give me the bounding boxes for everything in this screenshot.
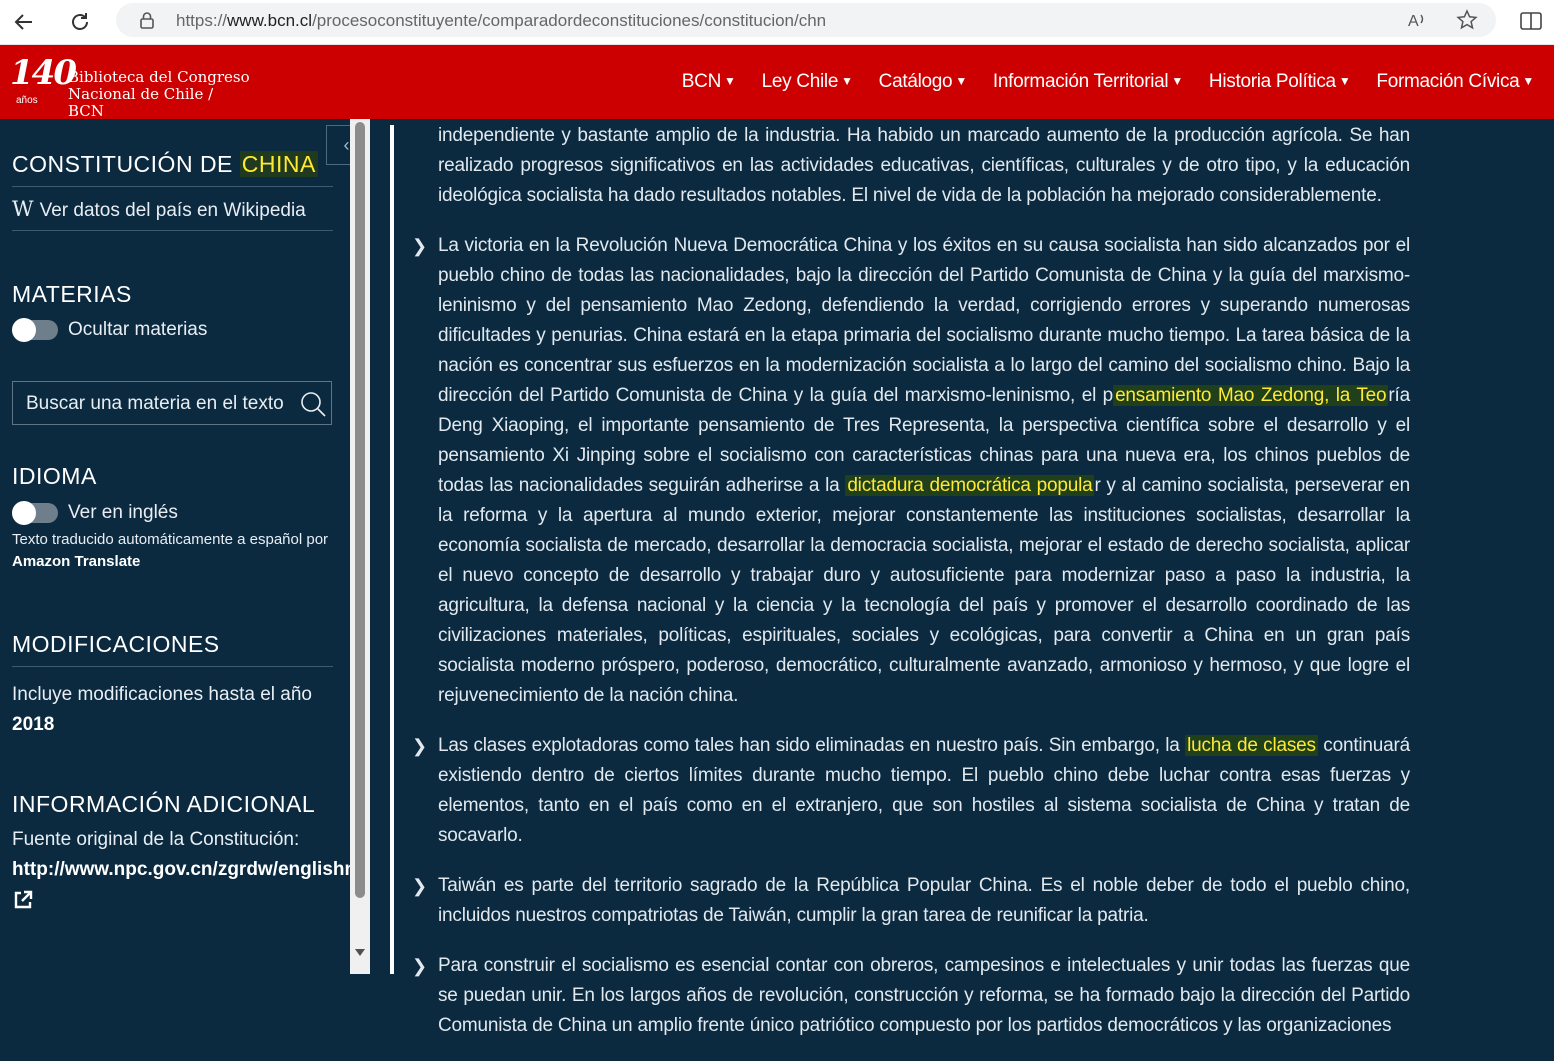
svg-text:A: A	[1408, 13, 1419, 30]
read-aloud-icon[interactable]: A	[1406, 9, 1428, 31]
chevron-right-icon[interactable]: ❯	[412, 231, 428, 261]
caret-down-icon: ▼	[1522, 74, 1534, 88]
logo-anniversary-number: 140	[10, 53, 77, 93]
chevron-left-icon: ‹	[343, 134, 350, 155]
materia-highlight[interactable]: ensamiento Mao Zedong, la Teo	[1113, 385, 1389, 406]
caret-down-icon: ▼	[724, 74, 736, 88]
site-header: 140 años Biblioteca del Congreso Naciona…	[0, 45, 1554, 120]
chevron-right-icon[interactable]: ❯	[412, 731, 428, 761]
logo-text: Biblioteca del Congreso Nacional de Chil…	[68, 69, 250, 120]
caret-down-icon: ▼	[1171, 74, 1183, 88]
nav-formacion-civica[interactable]: Formación Cívica ▼	[1376, 71, 1534, 93]
preamble-paragraph: ❯ Para construir el socialismo es esencia…	[410, 951, 1410, 1041]
address-bar[interactable]: https://www.bcn.cl/procesoconstituyente/…	[116, 3, 1496, 37]
caret-down-icon: ▼	[1338, 74, 1351, 88]
back-arrow-icon[interactable]	[8, 6, 40, 38]
ver-ingles-label: Ver en inglés	[68, 502, 178, 523]
external-link-icon[interactable]	[12, 889, 34, 911]
nav-informacion-territorial[interactable]: Información Territorial ▼	[993, 71, 1183, 93]
modificaciones-year: 2018	[12, 714, 55, 735]
wikipedia-icon: W	[12, 197, 34, 221]
split-screen-icon[interactable]	[1518, 8, 1544, 34]
search-materia-input[interactable]: Buscar una materia en el texto	[12, 381, 332, 425]
sidebar-scrollbar[interactable]	[350, 119, 370, 974]
materia-highlight[interactable]: lucha de clases	[1185, 735, 1318, 756]
content-divider-line	[390, 125, 394, 974]
translate-note: Texto traducido automáticamente a españo…	[12, 531, 329, 548]
divider	[12, 666, 333, 667]
scrollbar-thumb[interactable]	[355, 122, 365, 898]
nav-ley-chile[interactable]: Ley Chile ▼	[762, 71, 853, 93]
browser-toolbar: https://www.bcn.cl/procesoconstituyente/…	[0, 0, 1554, 45]
nav-historia-politica[interactable]: Historia Política ▼	[1209, 71, 1351, 93]
reload-icon[interactable]	[64, 6, 96, 38]
chevron-right-icon[interactable]: ❯	[412, 951, 428, 981]
materias-title: MATERIAS	[12, 281, 132, 307]
logo-line-2: Nacional de Chile / BCN	[68, 85, 214, 120]
translate-provider: Amazon Translate	[12, 553, 141, 570]
ver-ingles-toggle[interactable]	[12, 501, 58, 525]
search-placeholder: Buscar una materia en el texto	[26, 393, 284, 414]
preamble-paragraph: independiente y bastante amplio de la in…	[438, 125, 1410, 206]
scroll-down-arrow-icon[interactable]	[355, 949, 365, 956]
main-nav: BCN ▼ Ley Chile ▼ Catálogo ▼ Información Te…	[656, 71, 1535, 93]
divider	[12, 186, 333, 187]
modificaciones-title: MODIFICACIONES	[12, 631, 220, 657]
logo-anos: años	[16, 95, 38, 106]
ocultar-materias-toggle[interactable]	[12, 318, 58, 342]
bcn-logo[interactable]: 140 años Biblioteca del Congreso Naciona…	[10, 53, 250, 120]
constitution-text: independiente y bastante amplio de la in…	[410, 121, 1410, 1061]
divider	[12, 230, 333, 231]
search-icon[interactable]	[299, 390, 327, 418]
url-text[interactable]: https://www.bcn.cl/procesoconstituyente/…	[176, 11, 826, 31]
modificaciones-text: Incluye modificaciones hasta el año	[12, 684, 312, 705]
preamble-paragraph: ❯ Taiwán es parte del territorio sagrado …	[410, 871, 1410, 931]
idioma-title: IDIOMA	[12, 463, 97, 489]
lock-icon[interactable]	[138, 11, 156, 29]
country-name: CHINA	[239, 151, 318, 177]
chevron-right-icon[interactable]: ❯	[412, 871, 428, 901]
logo-line-1: Biblioteca del Congreso	[68, 68, 250, 86]
favorite-star-icon[interactable]	[1456, 9, 1478, 31]
info-adicional-title: INFORMACIÓN ADICIONAL	[12, 791, 316, 817]
caret-down-icon: ▼	[841, 74, 853, 88]
materia-highlight[interactable]: dictadura democrática popula	[845, 475, 1095, 496]
preamble-paragraph: ❯ Las clases explotadoras como tales han …	[410, 731, 1410, 851]
preamble-paragraph: ❯ La victoria en la Revolución Nueva Demo…	[410, 231, 1410, 711]
constitution-title: CONSTITUCIÓN DE CHINA	[12, 151, 318, 177]
ocultar-materias-label: Ocultar materias	[68, 319, 208, 340]
nav-bcn[interactable]: BCN ▼	[682, 71, 736, 93]
fuente-url-link[interactable]: http://www.npc.gov.cn/zgrdw/englishnpc/C…	[12, 859, 350, 881]
nav-catalogo[interactable]: Catálogo ▼	[879, 71, 968, 93]
caret-down-icon: ▼	[955, 74, 967, 88]
fuente-label: Fuente original de la Constitución:	[12, 829, 300, 850]
wikipedia-link[interactable]: W Ver datos del país en Wikipedia	[12, 197, 306, 222]
sidebar: ‹ CONSTITUCIÓN DE CHINA W Ver datos del p…	[0, 119, 366, 974]
